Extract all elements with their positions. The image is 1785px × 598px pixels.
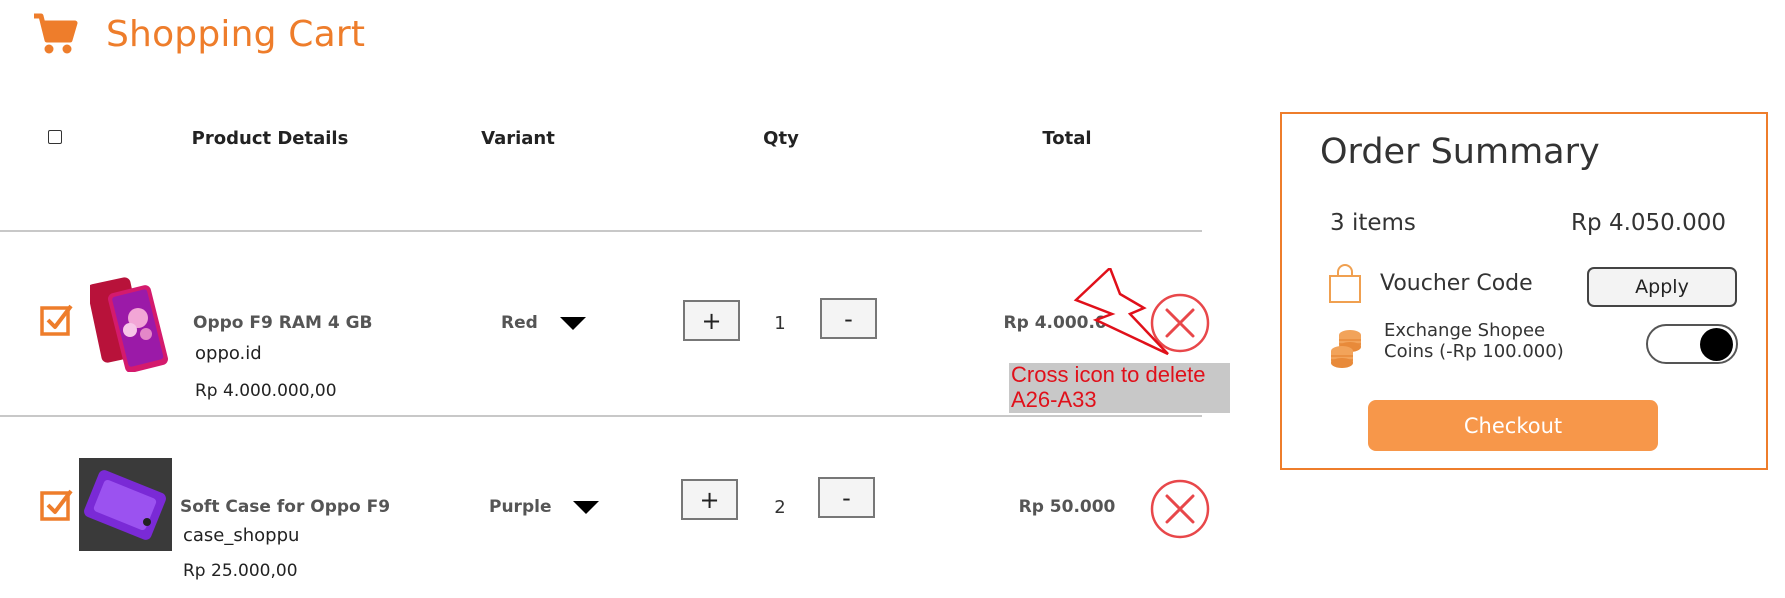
variant-select[interactable]: Red [501, 313, 586, 333]
variant-value: Red [501, 313, 538, 333]
toggle-knob [1700, 328, 1733, 361]
item-checkbox[interactable] [40, 487, 74, 521]
delete-icon[interactable] [1150, 479, 1210, 539]
product-name[interactable]: Soft Case for Oppo F9 [180, 497, 390, 517]
column-header-total: Total [1042, 128, 1092, 149]
annotation-note: Cross icon to delete A26-A33 [1011, 362, 1205, 412]
select-all-checkbox[interactable] [48, 130, 62, 144]
lightning-arrow-icon [1073, 268, 1169, 356]
annotation-line: A26-A33 [1011, 387, 1097, 412]
checkout-button[interactable]: Checkout [1368, 400, 1658, 451]
product-name[interactable]: Oppo F9 RAM 4 GB [193, 313, 373, 333]
qty-value: 1 [774, 313, 786, 334]
column-header-qty: Qty [763, 128, 799, 149]
voucher-label: Voucher Code [1380, 271, 1533, 296]
qty-increase-button[interactable]: + [683, 300, 740, 341]
product-shop[interactable]: oppo.id [195, 343, 262, 364]
caret-down-icon [559, 316, 586, 330]
header-divider [0, 230, 1202, 232]
product-image [79, 458, 172, 551]
column-header-variant: Variant [481, 128, 555, 149]
product-price: Rp 4.000.000,00 [195, 381, 337, 401]
caret-down-icon [573, 500, 600, 514]
shopping-cart-icon [34, 13, 78, 54]
coins-label: Exchange Shopee Coins (-Rp 100.000) [1384, 320, 1564, 362]
qty-value: 2 [774, 497, 786, 518]
summary-items-total: Rp 4.050.000 [1571, 210, 1726, 236]
shopping-cart-page: Shopping Cart Product Details Variant Qt… [0, 0, 1785, 598]
product-price: Rp 25.000,00 [183, 561, 298, 581]
row-total: Rp 50.000 [1018, 497, 1116, 517]
qty-decrease-button[interactable]: - [820, 298, 877, 339]
page-header: Shopping Cart [32, 12, 365, 56]
summary-items-count: 3 items [1330, 210, 1416, 236]
variant-select[interactable]: Purple [489, 497, 600, 517]
row-divider [0, 415, 1202, 417]
product-shop[interactable]: case_shoppu [183, 525, 299, 546]
shopping-bag-icon [1329, 264, 1361, 303]
qty-decrease-button[interactable]: - [818, 477, 875, 518]
annotation-line: Cross icon to delete [1011, 362, 1206, 387]
variant-value: Purple [489, 497, 552, 517]
column-header-product-details: Product Details [191, 128, 349, 149]
coins-icon [1331, 330, 1361, 368]
summary-title: Order Summary [1320, 132, 1600, 172]
product-image [90, 277, 168, 372]
order-summary-panel: Order Summary 3 items Rp 4.050.000 Vouch… [1280, 112, 1768, 470]
coins-toggle[interactable] [1646, 324, 1738, 364]
page-title: Shopping Cart [106, 13, 366, 55]
item-checkbox[interactable] [40, 302, 74, 336]
apply-voucher-button[interactable]: Apply [1587, 267, 1737, 307]
qty-increase-button[interactable]: + [681, 479, 738, 520]
